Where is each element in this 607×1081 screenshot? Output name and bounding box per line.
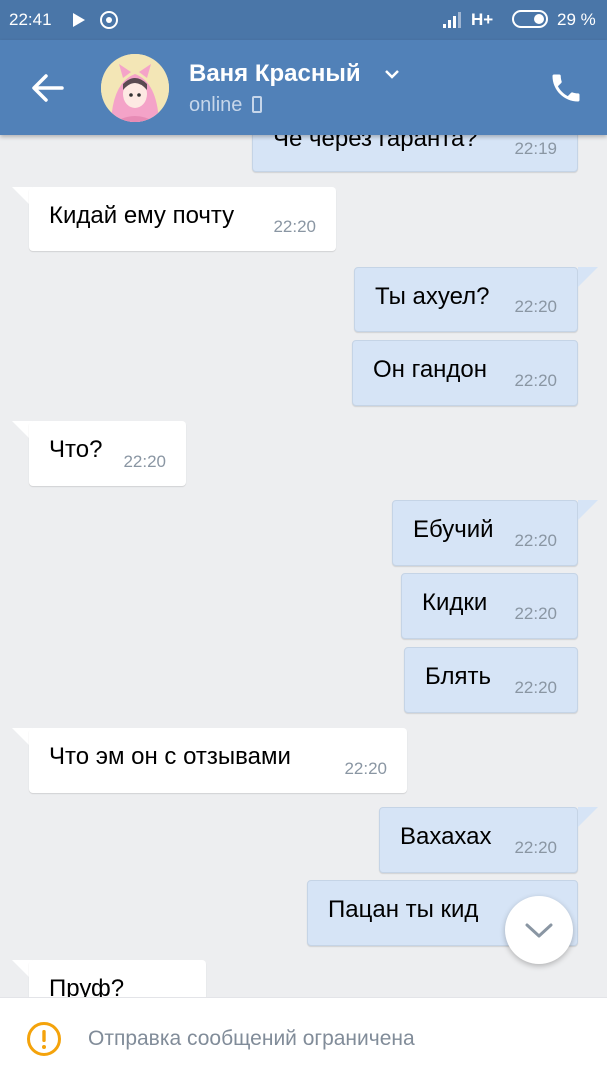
online-label: online [189,94,243,116]
message-incoming[interactable]: Пруф? [29,960,206,997]
chat-header: Ваня Красный online [0,40,607,135]
contact-name[interactable]: Ваня Красный [189,60,361,88]
mobile-icon [252,96,263,113]
bubble-tail [578,500,598,520]
message-text: Что эм он с отзывами [49,743,291,770]
message-time: 22:20 [514,371,557,390]
battery-level: 29 % [557,10,596,29]
message-text: Ты ахуел? [375,283,490,310]
message-text: Что? [49,436,103,463]
message-time: 22:20 [273,217,316,236]
message-text: Кидай ему почту [49,202,235,229]
chevron-down-icon[interactable] [384,68,400,80]
message-time: 22:20 [514,678,557,697]
message-incoming[interactable]: Что эм он с отзывами 22:20 [29,728,407,793]
message-outgoing[interactable]: Ты ахуел? 22:20 [354,267,578,332]
message-text: Он гандон [373,356,488,383]
message-time: 22:20 [514,604,557,623]
system-status-bar: 22:41 H+ 29 % [0,0,607,40]
message-text: Пруф? [49,975,125,997]
message-list[interactable]: Че через гаранта? 22:19 Кидай ему почту … [0,135,607,997]
message-outgoing[interactable]: Он гандон 22:20 [352,340,578,406]
bubble-tail [578,267,598,287]
scroll-down-button[interactable] [505,896,573,964]
message-outgoing[interactable]: Блять 22:20 [404,647,578,713]
message-time: 22:19 [514,139,557,158]
compose-bar: Отправка сообщений ограничена [0,997,607,1081]
back-arrow-icon[interactable] [28,70,68,106]
message-time: 22:20 [514,531,557,550]
clock: 22:41 [9,10,52,29]
message-outgoing[interactable]: Вахахах 22:20 [379,807,578,873]
network-type: H+ [471,10,494,29]
message-text: Блять [425,663,491,690]
play-icon [73,13,85,27]
signal-icon [443,12,461,28]
message-time: 22:20 [123,452,166,471]
message-time: 22:20 [344,759,387,778]
message-text: Пацан ты кид [328,896,479,923]
warning-icon [27,1022,61,1056]
message-time: 22:20 [514,297,557,316]
presence-status: online [189,94,263,117]
message-text: Кидки [422,589,488,616]
message-text: Вахахах [400,823,492,850]
chrome-icon [100,11,118,29]
message-outgoing[interactable]: Кидки 22:20 [401,573,578,639]
avatar[interactable] [101,54,169,122]
battery-saver-icon [512,10,548,28]
message-incoming[interactable]: Кидай ему почту 22:20 [29,187,336,251]
message-outgoing[interactable]: Че через гаранта? 22:19 [252,135,578,172]
phone-icon[interactable] [548,70,584,106]
message-outgoing[interactable]: Ебучий 22:20 [392,500,578,566]
bubble-tail [578,807,598,827]
message-time: 22:20 [514,838,557,857]
message-text: Че через гаранта? [273,135,478,152]
message-incoming[interactable]: Что? 22:20 [29,421,186,486]
messaging-restricted-notice: Отправка сообщений ограничена [88,1027,415,1050]
message-text: Ебучий [413,516,494,543]
chevron-down-icon [525,923,553,938]
